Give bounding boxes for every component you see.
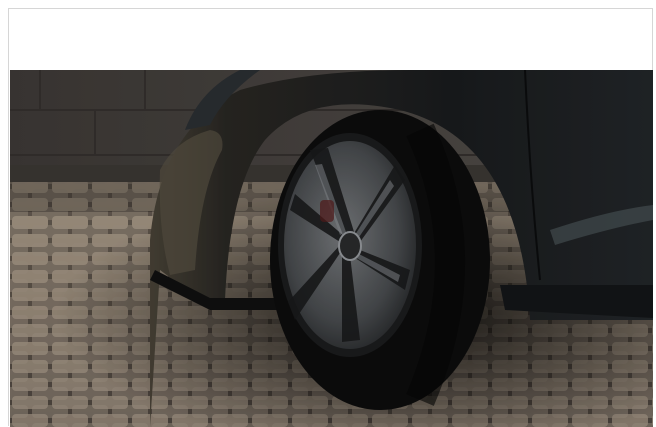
image-frame [8, 8, 653, 427]
header-blank-area [9, 9, 652, 70]
car-wheel-photo [10, 70, 653, 427]
